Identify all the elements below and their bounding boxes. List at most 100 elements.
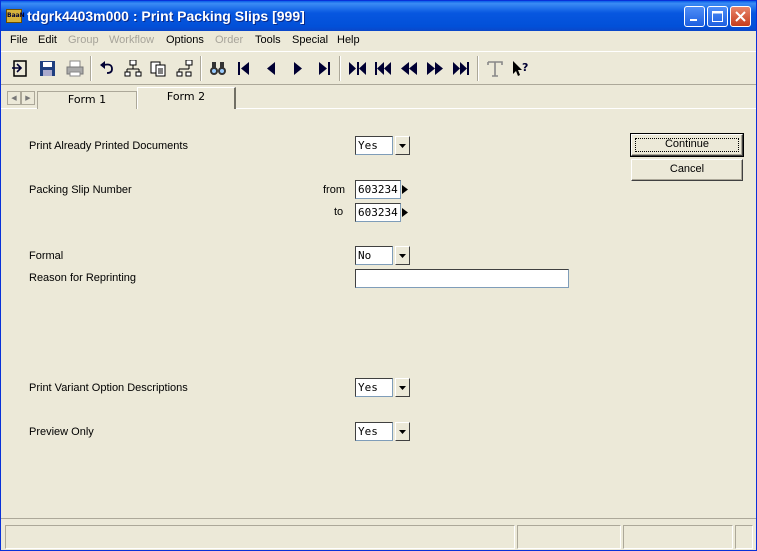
packing-slip-to-field[interactable]: 603234 (355, 203, 401, 222)
forward-button[interactable] (423, 56, 447, 81)
forward-icon (427, 62, 443, 75)
variant-desc-value[interactable]: Yes (355, 378, 393, 397)
title-bar[interactable]: BaaN tdgrk4403m000 : Print Packing Slips… (1, 1, 756, 31)
rewind-button[interactable] (397, 56, 421, 81)
status-bar (1, 518, 756, 550)
first-set-button[interactable] (345, 56, 369, 81)
previous-set-button[interactable] (371, 56, 395, 81)
whats-this-button[interactable]: ? (509, 56, 533, 81)
main-window: BaaN tdgrk4403m000 : Print Packing Slips… (0, 0, 757, 551)
status-pane-message (5, 525, 515, 549)
zoom-arrow-icon[interactable] (402, 208, 408, 217)
packing-slip-label: Packing Slip Number (29, 184, 132, 196)
packing-slip-from-field[interactable]: 603234 (355, 180, 401, 199)
next-record-button[interactable] (286, 56, 310, 81)
dropdown-button[interactable] (395, 246, 410, 265)
rewind-icon (401, 62, 417, 75)
menu-help[interactable]: Help (337, 34, 360, 46)
chevron-down-icon (399, 386, 406, 390)
next-set-icon (453, 62, 469, 75)
move-icon (176, 60, 193, 77)
chevron-down-icon (399, 254, 406, 258)
preview-only-value[interactable]: Yes (355, 422, 393, 441)
preview-only-label: Preview Only (29, 426, 94, 438)
packing-slip-to-label: to (334, 206, 344, 218)
first-record-icon (238, 62, 249, 75)
tab-scroll-right[interactable]: ▶ (21, 91, 35, 105)
cancel-button[interactable]: Cancel (631, 159, 743, 181)
maximize-icon (712, 11, 723, 22)
window-title: tdgrk4403m000 : Print Packing Slips [999… (27, 8, 305, 24)
save-icon (40, 61, 55, 76)
reason-field[interactable] (355, 269, 569, 288)
print-icon (66, 60, 84, 77)
copy-icon (150, 61, 166, 77)
menu-order[interactable]: Order (215, 34, 243, 46)
menu-group[interactable]: Group (68, 34, 99, 46)
undo-icon (100, 61, 113, 74)
copy-button[interactable] (147, 56, 171, 81)
menu-bar: File Edit Group Workflow Options Order T… (1, 31, 756, 50)
toolbar-separator (200, 56, 202, 81)
toolbar-separator (477, 56, 479, 81)
close-button[interactable] (730, 6, 751, 27)
save-button[interactable] (36, 56, 60, 81)
status-pane (517, 525, 621, 549)
tab-form-1[interactable]: Form 1 (37, 91, 137, 109)
text-button[interactable] (483, 56, 507, 81)
find-icon (210, 62, 226, 75)
previous-set-icon (375, 62, 391, 75)
chevron-down-icon (399, 430, 406, 434)
menu-file[interactable]: File (10, 34, 28, 46)
zoom-arrow-icon[interactable] (402, 185, 408, 194)
move-button[interactable] (173, 56, 197, 81)
menu-workflow[interactable]: Workflow (109, 34, 154, 46)
dropdown-button[interactable] (395, 422, 410, 441)
menu-special[interactable]: Special (292, 34, 328, 46)
exit-icon (12, 60, 27, 77)
toolbar: ? (1, 51, 756, 85)
app-icon[interactable]: BaaN (6, 9, 25, 23)
status-pane (623, 525, 733, 549)
minimize-button[interactable] (684, 6, 705, 27)
print-button[interactable] (63, 56, 87, 81)
exit-button[interactable] (8, 56, 32, 81)
tab-strip: ◀ ▶ Form 1 Form 2 (1, 87, 756, 109)
packing-slip-from-label: from (323, 184, 345, 196)
tab-scroll-left[interactable]: ◀ (7, 91, 21, 105)
last-record-button[interactable] (312, 56, 336, 81)
close-icon (735, 11, 746, 22)
dropdown-button[interactable] (395, 378, 410, 397)
menu-options[interactable]: Options (166, 34, 204, 46)
insert-button[interactable] (121, 56, 145, 81)
reason-label: Reason for Reprinting (29, 272, 137, 284)
text-icon (487, 61, 503, 77)
undo-button[interactable] (96, 56, 120, 81)
minimize-icon (690, 19, 697, 21)
toolbar-separator (90, 56, 92, 81)
previous-record-icon (267, 62, 275, 75)
variant-desc-label: Print Variant Option Descriptions (29, 382, 188, 394)
menu-tools[interactable]: Tools (255, 34, 281, 46)
dropdown-button[interactable] (395, 136, 410, 155)
tab-form-2[interactable]: Form 2 (137, 87, 236, 109)
resize-grip[interactable] (735, 525, 753, 549)
formal-label: Formal (29, 250, 64, 262)
print-already-printed-label: Print Already Printed Documents (29, 140, 188, 152)
first-set-icon (349, 62, 366, 75)
find-button[interactable] (206, 56, 230, 81)
whats-this-icon: ? (513, 61, 528, 76)
first-record-button[interactable] (232, 56, 256, 81)
last-record-icon (319, 62, 330, 75)
previous-record-button[interactable] (259, 56, 283, 81)
menu-edit[interactable]: Edit (38, 34, 57, 46)
maximize-button[interactable] (707, 6, 728, 27)
print-already-printed-value[interactable]: Yes (355, 136, 393, 155)
continue-button[interactable]: Continue (630, 133, 744, 157)
chevron-down-icon (399, 144, 406, 148)
toolbar-separator (339, 56, 341, 81)
next-set-button[interactable] (449, 56, 473, 81)
formal-value[interactable]: No (355, 246, 393, 265)
insert-icon (124, 60, 142, 77)
svg-text:?: ? (522, 61, 528, 74)
